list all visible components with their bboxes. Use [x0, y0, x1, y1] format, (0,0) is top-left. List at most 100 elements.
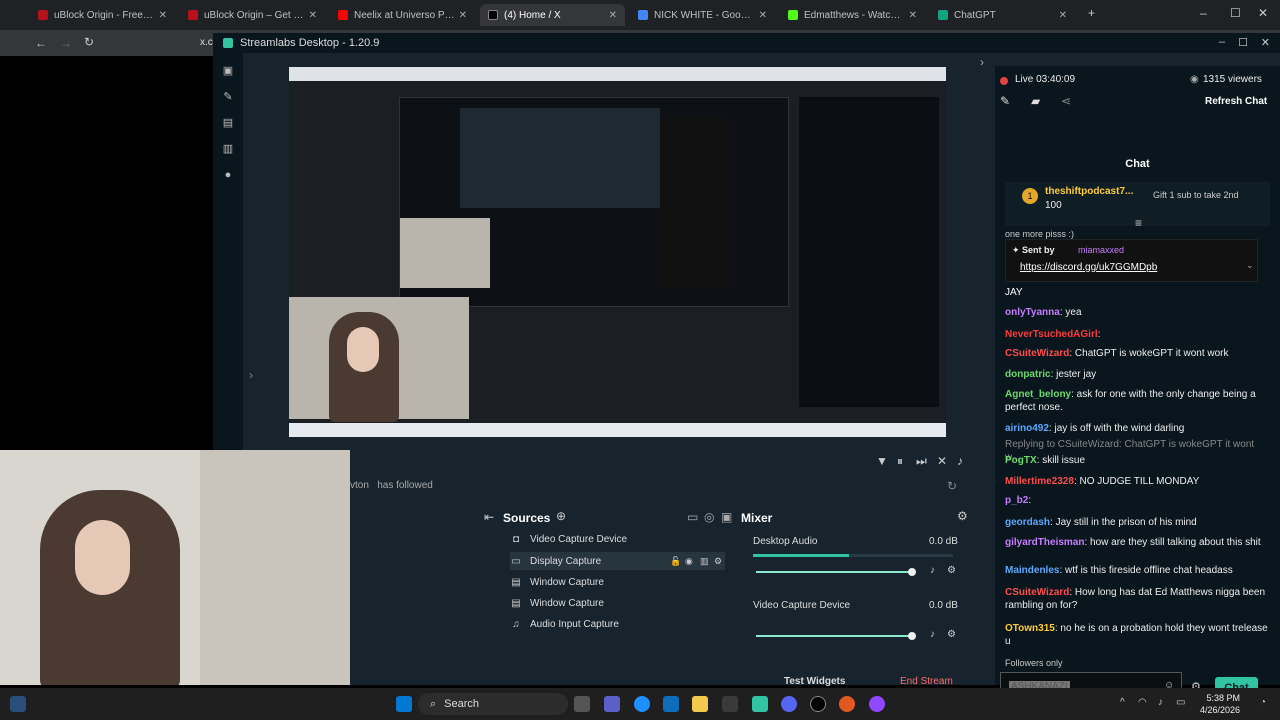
mute-alerts-icon[interactable]: ✕ [937, 454, 947, 468]
volume-icon[interactable]: ♪ [1158, 697, 1163, 708]
settings-icon[interactable]: ⚙ [947, 565, 956, 576]
visibility-icon[interactable]: ◉ [685, 556, 693, 567]
source-item[interactable]: ▤ Window Capture [510, 594, 725, 612]
teams-icon[interactable] [604, 696, 620, 712]
volume-slider-knob[interactable] [908, 568, 916, 576]
store-icon[interactable]: ▤ [222, 117, 234, 129]
volume-icon[interactable]: ♪ [930, 629, 935, 640]
tray-chevron-icon[interactable]: ^ [1120, 697, 1125, 708]
settings-icon[interactable]: ⚙ [947, 629, 956, 640]
edge-icon[interactable] [634, 696, 650, 712]
chevron-down-icon[interactable]: ⌄ [1246, 260, 1254, 271]
app-icon[interactable] [722, 696, 738, 712]
source-item[interactable]: ◘ Video Capture Device [510, 530, 725, 548]
maximize-icon[interactable]: ☐ [1238, 36, 1248, 49]
source-folder-icon[interactable]: ▭ [687, 510, 698, 524]
chat-username[interactable]: CSuiteWizard [1005, 348, 1069, 359]
reload-icon[interactable]: ↻ [84, 35, 94, 49]
dashboard-icon[interactable]: ▥ [222, 143, 234, 155]
streamlabs-icon[interactable] [752, 696, 768, 712]
settings-icon[interactable]: ⚙ [714, 556, 722, 567]
close-icon[interactable]: ✕ [1059, 10, 1067, 21]
refresh-feed-icon[interactable]: ↻ [947, 479, 957, 493]
chat-username[interactable]: Agnet_belony [1005, 389, 1071, 400]
volume-icon[interactable]: ♪ [930, 565, 935, 576]
chat-username[interactable]: geordash [1005, 517, 1050, 528]
chat-username[interactable]: NeverTsuchedAGirl [1005, 329, 1098, 340]
pause-icon[interactable]: ⏸ [897, 454, 903, 469]
pinned-link[interactable]: https://discord.gg/uk7GGMDpb [1020, 262, 1157, 273]
delete-icon[interactable]: ▥ [700, 556, 709, 567]
task-view-icon[interactable] [574, 696, 590, 712]
close-icon[interactable]: ✕ [759, 10, 767, 21]
browser-tab[interactable]: uBlock Origin – Get this Extens ✕ [180, 4, 325, 26]
notifications-icon[interactable]: ◔ [1260, 697, 1266, 708]
close-window-icon[interactable]: ✕ [1258, 6, 1268, 20]
source-item[interactable]: ♫ Audio Input Capture [510, 615, 725, 633]
source-collection-icon[interactable]: ▣ [721, 510, 732, 524]
test-widgets-button[interactable]: Test Widgets [784, 676, 845, 687]
close-icon[interactable]: ✕ [459, 10, 467, 21]
browser-tab[interactable]: Neelix at Universo Paralello - Yo ✕ [330, 4, 475, 26]
minimize-icon[interactable]: – [1219, 36, 1225, 48]
forward-icon[interactable]: → [60, 36, 72, 50]
browser-tab-active[interactable]: (4) Home / X ✕ [480, 4, 625, 26]
filter-icon[interactable]: ▼ [876, 454, 888, 468]
close-icon[interactable]: ✕ [159, 10, 167, 21]
volume-slider[interactable] [756, 571, 912, 573]
maximize-icon[interactable]: ☐ [1230, 6, 1241, 20]
discord-icon[interactable] [781, 696, 797, 712]
close-icon[interactable]: ✕ [909, 10, 917, 21]
expand-icon[interactable]: ≡ [1135, 216, 1142, 230]
chat-username[interactable]: PogTX [1005, 455, 1037, 466]
chat-username[interactable]: OTown315 [1005, 623, 1055, 634]
close-icon[interactable]: ✕ [309, 10, 317, 21]
chat-username[interactable]: donpatric [1005, 369, 1051, 380]
source-item[interactable]: ▤ Window Capture [510, 573, 725, 591]
taskbar-search[interactable]: ⌕ Search [418, 693, 568, 715]
highlighter-icon[interactable]: ● [222, 169, 234, 181]
browser-tab[interactable]: ChatGPT ✕ [930, 4, 1075, 26]
add-source-icon[interactable]: ⊕ [556, 509, 566, 523]
end-stream-button[interactable]: End Stream [900, 676, 953, 687]
new-tab-icon[interactable]: + [1088, 6, 1095, 20]
wifi-icon[interactable]: ◠ [1138, 697, 1147, 708]
volume-slider[interactable] [756, 635, 912, 637]
minimize-icon[interactable]: – [1200, 6, 1207, 20]
stream-preview[interactable] [289, 67, 946, 437]
github-icon[interactable] [810, 696, 826, 712]
chat-username[interactable]: CSuiteWizard [1005, 587, 1069, 598]
chat-app-icon[interactable] [869, 696, 885, 712]
source-item-selected[interactable]: ▭ Display Capture 🔓 ◉ ▥ ⚙ [510, 552, 725, 570]
mixer-settings-icon[interactable]: ⚙ [957, 509, 968, 523]
browser-tab[interactable]: Edmatthews - Watch clips on K ✕ [780, 4, 925, 26]
chat-username[interactable]: gilyardTheisman [1005, 537, 1084, 548]
store-icon[interactable] [663, 696, 679, 712]
chat-username[interactable]: airino492 [1005, 423, 1049, 434]
refresh-chat-button[interactable]: Refresh Chat [1205, 96, 1267, 107]
lock-icon[interactable]: 🔓 [670, 556, 681, 567]
folder-icon[interactable]: ▰ [1031, 94, 1040, 108]
back-icon[interactable]: ← [35, 36, 47, 50]
file-explorer-icon[interactable] [692, 696, 708, 712]
battery-icon[interactable]: ▭ [1176, 697, 1185, 708]
source-group-icon[interactable]: ◎ [704, 510, 714, 524]
firefox-icon[interactable] [839, 696, 855, 712]
edit-icon[interactable]: ✎ [1000, 94, 1010, 108]
taskbar-clock[interactable]: 5:38 PM 4/26/2026 [1200, 692, 1240, 716]
chevron-right-icon[interactable]: › [249, 368, 253, 382]
share-icon[interactable]: ⋖ [1061, 94, 1071, 108]
chat-username[interactable]: Maindenles [1005, 565, 1059, 576]
editor-icon[interactable]: ▣ [222, 65, 234, 77]
chat-username[interactable]: Millertime2328 [1005, 476, 1074, 487]
collapse-chat-icon[interactable]: › [980, 55, 984, 69]
chat-username[interactable]: onlyTyanna [1005, 307, 1060, 318]
themes-icon[interactable]: ✎ [222, 91, 234, 103]
browser-tab[interactable]: NICK WHITE - Google Search ✕ [630, 4, 775, 26]
close-icon[interactable]: ✕ [1261, 36, 1270, 49]
volume-slider-knob[interactable] [908, 632, 916, 640]
window-snap-icon[interactable] [10, 696, 26, 712]
browser-tab[interactable]: uBlock Origin - Free, open-sour ✕ [30, 4, 175, 26]
close-icon[interactable]: ✕ [609, 10, 617, 21]
skip-icon[interactable]: ⏭ [916, 454, 927, 469]
